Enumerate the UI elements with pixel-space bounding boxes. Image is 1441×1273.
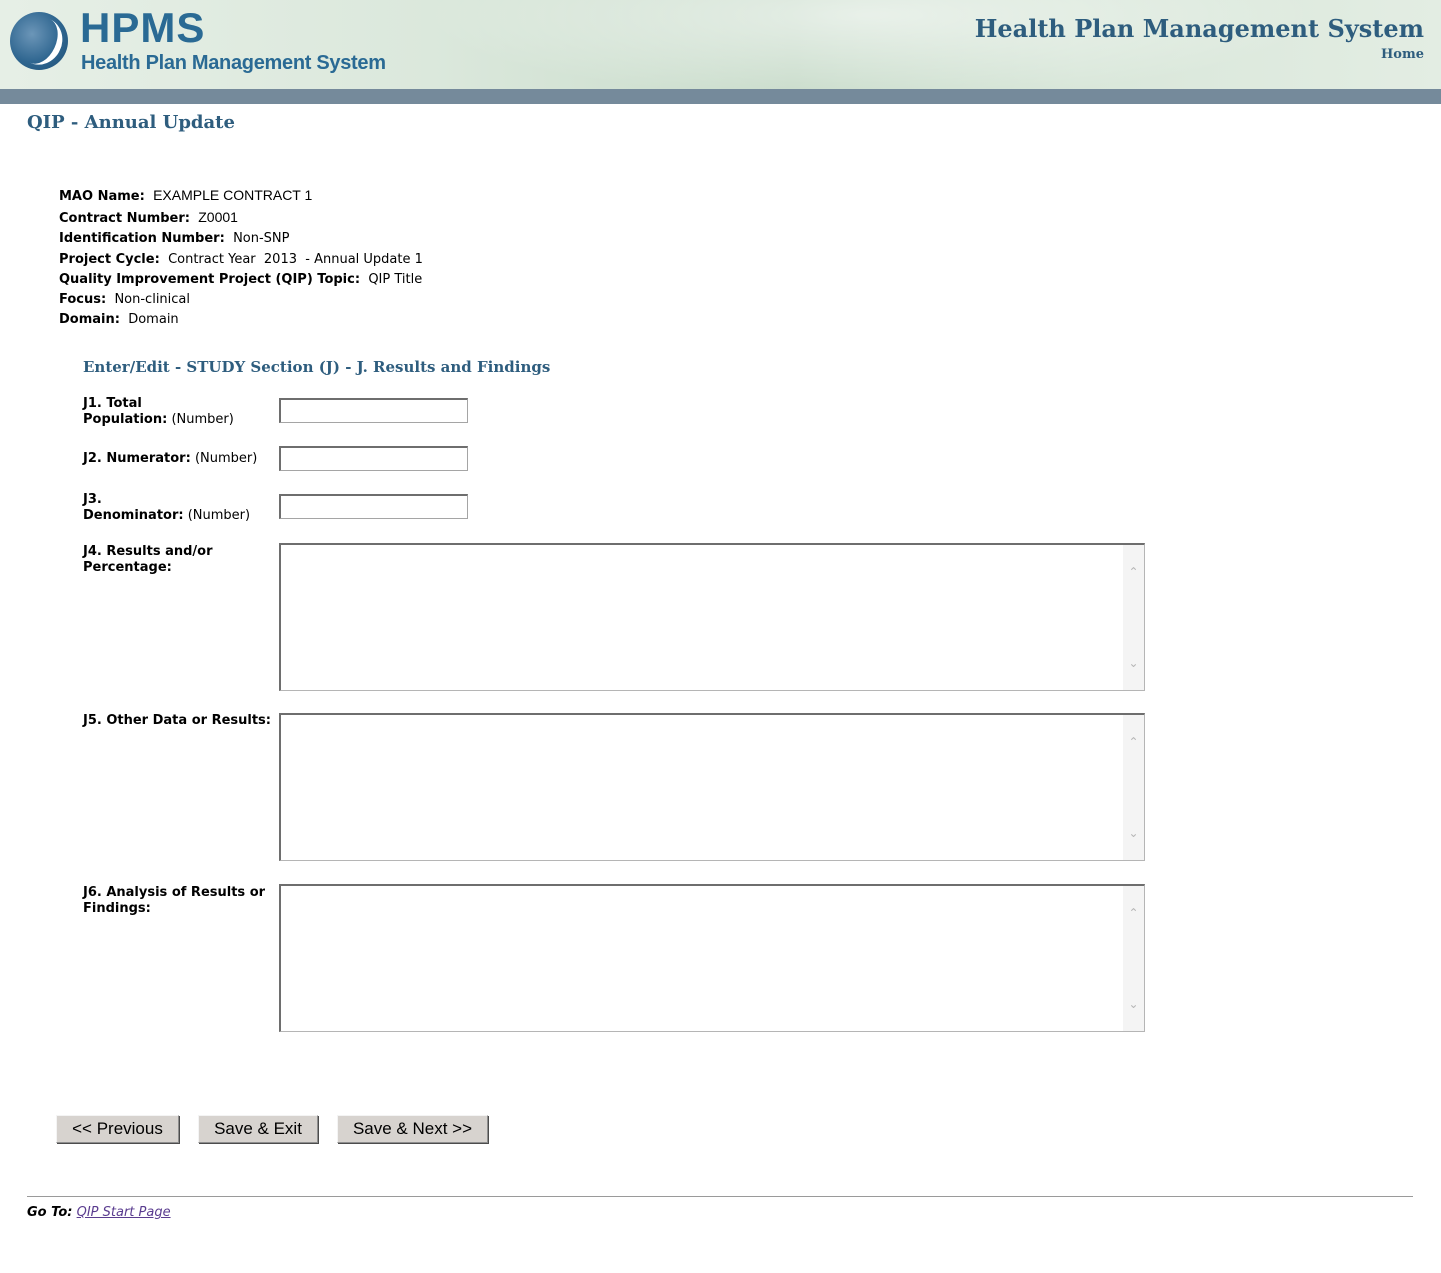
- j1-label-line2: Population:: [83, 411, 168, 427]
- focus-value: Non-clinical: [114, 292, 191, 308]
- chevron-up-icon[interactable]: ⌃: [1123, 735, 1144, 749]
- project-cycle-value: Contract Year 2013 - Annual Update 1: [168, 251, 423, 267]
- j1-label-line1: J1. Total: [83, 396, 142, 411]
- contract-number-label: Contract Number:: [59, 211, 190, 227]
- hpms-logo-icon: [9, 9, 71, 73]
- page-title: QIP - Annual Update: [27, 112, 235, 133]
- mao-name-label: MAO Name:: [59, 189, 145, 204]
- footer-divider: [27, 1196, 1413, 1197]
- section-title: Enter/Edit - STUDY Section (J) - J. Resu…: [83, 358, 551, 376]
- j6-scrollbar[interactable]: ⌃ ⌄: [1123, 886, 1144, 1031]
- identification-number-row: Identification Number: Non-SNP: [59, 229, 423, 249]
- j3-hint: (Number): [187, 507, 251, 523]
- home-link[interactable]: Home: [1381, 46, 1424, 64]
- identification-number-value: Non-SNP: [233, 231, 290, 247]
- j6-label: J6. Analysis of Results or Findings:: [83, 885, 265, 916]
- j2-numerator-input[interactable]: [279, 446, 468, 471]
- j4-label-line2: Percentage:: [83, 559, 172, 575]
- j3-denominator-input[interactable]: [279, 494, 468, 519]
- project-cycle-row: Project Cycle: Contract Year 2013 - Annu…: [59, 250, 423, 270]
- j2-hint: (Number): [194, 451, 258, 466]
- j1-total-population-input[interactable]: [279, 398, 468, 423]
- j1-label: J1. Total Population: (Number): [83, 396, 234, 427]
- j4-scrollbar[interactable]: ⌃ ⌄: [1123, 545, 1144, 690]
- j5-scrollbar[interactable]: ⌃ ⌄: [1123, 715, 1144, 860]
- mao-name-value: EXAMPLE CONTRACT 1: [153, 187, 313, 203]
- j6-textarea-container: ⌃ ⌄: [279, 884, 1145, 1032]
- j6-label-line2: Findings:: [83, 900, 151, 916]
- j6-analysis-textarea[interactable]: [281, 886, 1122, 1031]
- j3-label-line2: Denominator:: [83, 507, 184, 523]
- domain-row: Domain: Domain: [59, 310, 423, 330]
- logo-subtitle: Health Plan Management System: [81, 52, 386, 74]
- chevron-down-icon[interactable]: ⌄: [1123, 997, 1144, 1011]
- domain-value: Domain: [128, 312, 179, 328]
- footer-nav: Go To: QIP Start Page: [27, 1204, 171, 1222]
- domain-label: Domain:: [59, 312, 120, 328]
- save-next-button[interactable]: Save & Next >>: [337, 1115, 488, 1143]
- j4-results-textarea[interactable]: [281, 545, 1122, 690]
- j6-label-line1: J6. Analysis of Results or: [83, 885, 266, 900]
- contract-number-value: Z0001: [198, 209, 238, 226]
- j5-label-text: J5. Other Data or Results:: [83, 713, 271, 728]
- contract-info: MAO Name: EXAMPLE CONTRACT 1 Contract Nu…: [59, 185, 423, 330]
- chevron-down-icon[interactable]: ⌄: [1123, 656, 1144, 670]
- j4-label-line1: J4. Results and/or: [83, 544, 213, 559]
- qip-topic-value: QIP Title: [368, 271, 423, 287]
- save-exit-button[interactable]: Save & Exit: [198, 1115, 318, 1143]
- chevron-down-icon[interactable]: ⌄: [1123, 826, 1144, 840]
- j4-textarea-container: ⌃ ⌄: [279, 543, 1145, 691]
- site-header: HPMS Health Plan Management System Healt…: [0, 0, 1441, 89]
- header-title: Health Plan Management System: [974, 14, 1424, 43]
- chevron-up-icon[interactable]: ⌃: [1123, 906, 1144, 920]
- focus-label: Focus:: [59, 292, 107, 308]
- qip-topic-label: Quality Improvement Project (QIP) Topic:: [59, 271, 361, 287]
- goto-label: Go To:: [27, 1205, 73, 1220]
- j5-textarea-container: ⌃ ⌄: [279, 713, 1145, 861]
- project-cycle-label: Project Cycle:: [59, 251, 160, 267]
- previous-button[interactable]: << Previous: [56, 1115, 179, 1143]
- identification-number-label: Identification Number:: [59, 231, 225, 247]
- focus-row: Focus: Non-clinical: [59, 290, 423, 310]
- j2-label-text: J2. Numerator:: [83, 451, 191, 466]
- logo-text: HPMS: [80, 4, 206, 51]
- qip-start-page-link[interactable]: QIP Start Page: [77, 1205, 171, 1220]
- j3-label: J3. Denominator: (Number): [83, 492, 250, 523]
- j1-hint: (Number): [171, 411, 234, 427]
- header-divider-bar: [0, 89, 1441, 104]
- mao-name-row: MAO Name: EXAMPLE CONTRACT 1: [59, 185, 423, 207]
- j4-label: J4. Results and/or Percentage:: [83, 544, 213, 575]
- contract-number-row: Contract Number: Z0001: [59, 207, 423, 229]
- j3-label-line1: J3.: [83, 492, 102, 507]
- chevron-up-icon[interactable]: ⌃: [1123, 565, 1144, 579]
- qip-topic-row: Quality Improvement Project (QIP) Topic:…: [59, 270, 423, 290]
- j5-other-data-textarea[interactable]: [281, 715, 1122, 860]
- j2-label: J2. Numerator: (Number): [83, 451, 257, 467]
- j5-label: J5. Other Data or Results:: [83, 713, 271, 729]
